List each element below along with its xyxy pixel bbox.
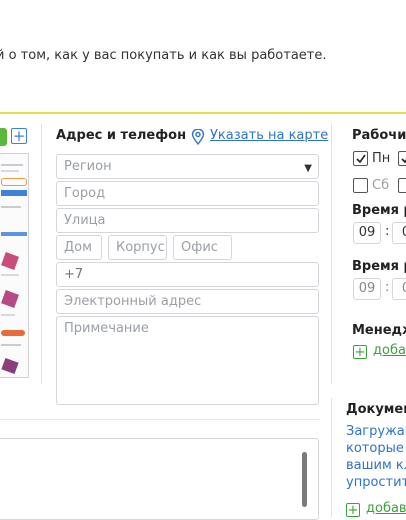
- add-document-label: добав: [366, 501, 406, 516]
- building-input[interactable]: Корпус: [108, 235, 167, 260]
- description-textarea[interactable]: [0, 438, 319, 520]
- section-divider: [0, 112, 406, 114]
- map-pin-icon: [191, 129, 205, 145]
- plus-icon: +: [12, 127, 26, 145]
- email-input[interactable]: Электронный адрес: [56, 289, 319, 314]
- check-icon: [356, 154, 366, 164]
- region-select[interactable]: Регион ▼: [56, 154, 319, 179]
- documents-desc-line: Загружай: [346, 424, 406, 439]
- region-placeholder: Регион: [64, 159, 112, 174]
- documents-desc-line: которые к: [346, 441, 406, 456]
- office-input[interactable]: Офис: [173, 235, 232, 260]
- check-icon: [401, 158, 406, 164]
- managers-title: Менедж: [352, 323, 406, 338]
- street-input[interactable]: Улица: [56, 208, 319, 233]
- textarea-scrollbar[interactable]: [302, 452, 307, 507]
- show-on-map-label: Указать на карте: [210, 128, 329, 143]
- break-minute-input[interactable]: 0: [392, 278, 406, 300]
- documents-title: Документ: [346, 402, 406, 417]
- work-time-label: Время р: [352, 203, 406, 218]
- day-checkbox-sun[interactable]: [398, 178, 406, 193]
- break-hour-input[interactable]: 09: [353, 278, 381, 300]
- plus-icon: +: [346, 503, 360, 518]
- documents-description: Загружай которые к вашим кл упростит: [346, 423, 406, 491]
- caret-down-icon: ▼: [304, 163, 312, 174]
- page-intro-text: й о том, как у вас покупать и как вы раб…: [0, 48, 327, 63]
- phone-input[interactable]: +7: [56, 262, 319, 287]
- day-label-sat: Сб: [372, 178, 390, 193]
- time-colon: :: [385, 280, 390, 295]
- add-manager-label: доба: [373, 343, 406, 358]
- address-section-title: Адрес и телефон: [56, 128, 187, 143]
- add-document-link[interactable]: + добав: [346, 501, 406, 517]
- section-divider: [0, 419, 320, 420]
- note-textarea[interactable]: Примечание: [56, 316, 319, 405]
- start-minute-input[interactable]: 0: [392, 222, 406, 244]
- documents-desc-line: упростит: [346, 475, 406, 490]
- plus-icon: +: [353, 345, 367, 360]
- add-manager-link[interactable]: + доба: [353, 343, 406, 359]
- day-checkbox-mon[interactable]: [353, 151, 368, 166]
- start-hour-input[interactable]: 09: [353, 222, 381, 244]
- day-checkbox-tue[interactable]: [398, 151, 406, 166]
- city-input[interactable]: Город: [56, 181, 319, 206]
- break-time-label: Время р: [352, 259, 406, 274]
- documents-desc-line: вашим кл: [346, 458, 406, 473]
- green-action-button[interactable]: [0, 128, 7, 146]
- column-separator: [41, 124, 42, 384]
- day-checkbox-sat[interactable]: [353, 178, 368, 193]
- day-label-mon: Пн: [372, 151, 391, 166]
- schedule-title: Рабочие: [352, 128, 406, 143]
- house-input[interactable]: Дом: [56, 235, 102, 260]
- show-on-map-link[interactable]: Указать на карте: [191, 128, 329, 145]
- column-separator: [331, 124, 332, 384]
- time-colon: :: [385, 224, 390, 239]
- page-preview-thumbnail[interactable]: [0, 153, 29, 378]
- add-image-button[interactable]: +: [11, 128, 27, 144]
- column-separator: [331, 398, 332, 517]
